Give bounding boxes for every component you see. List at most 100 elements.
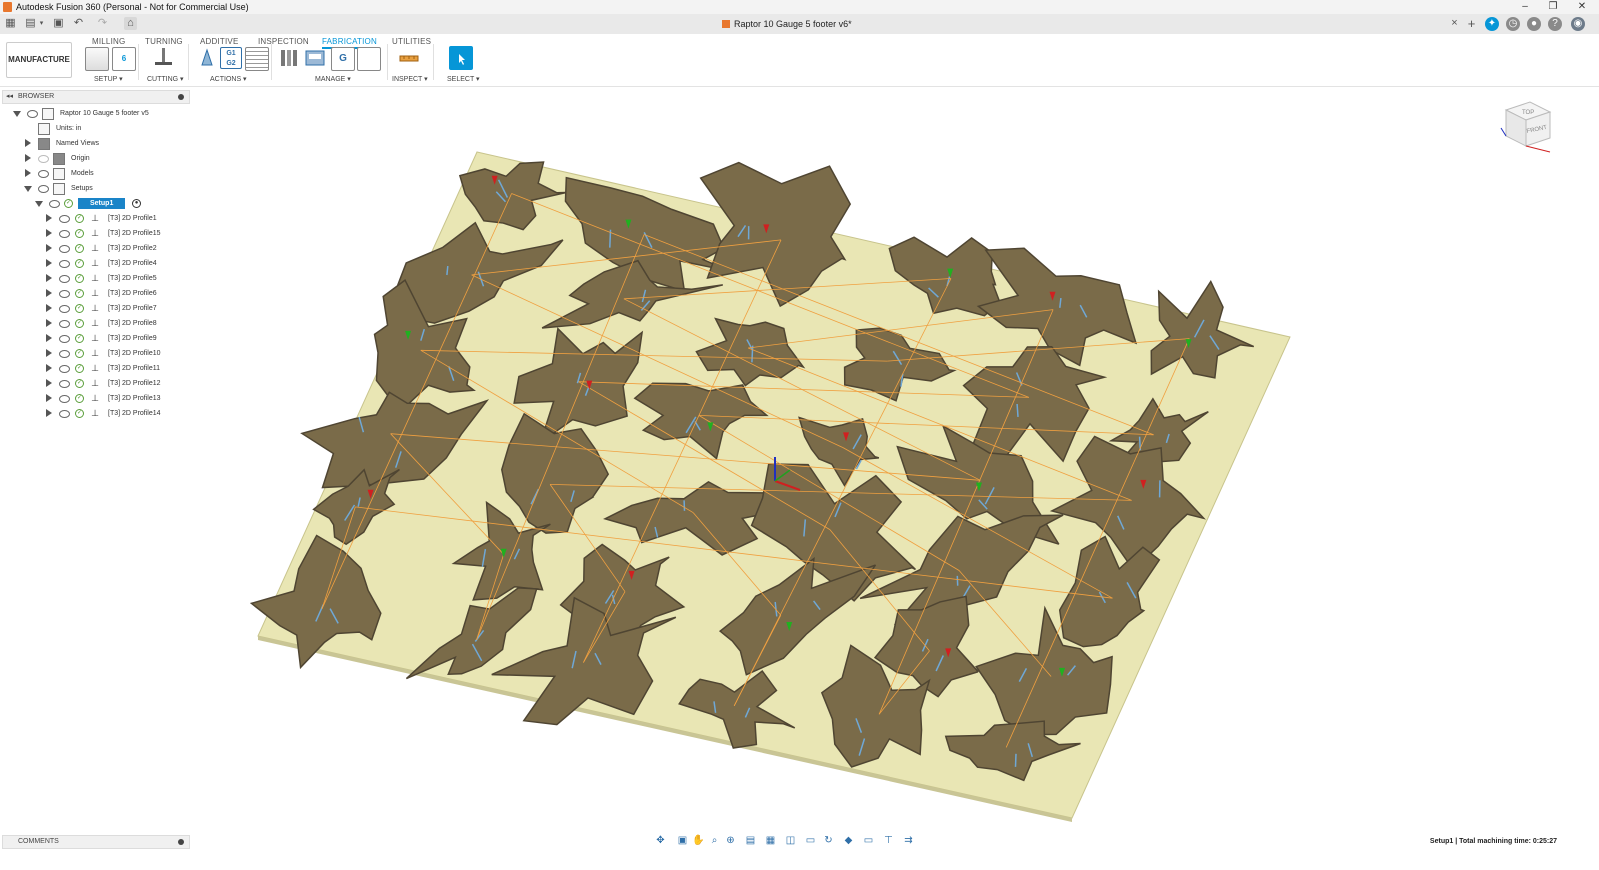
tab-utilities[interactable]: UTILITIES: [392, 37, 431, 46]
save-icon[interactable]: ▣: [52, 17, 65, 30]
close-window-button[interactable]: ✕: [1572, 0, 1592, 14]
visibility-eye-icon[interactable]: [38, 155, 49, 163]
minimize-button[interactable]: –: [1515, 0, 1535, 14]
tree-item-operation[interactable]: ✓ ⊥ [T3] 2D Profile11: [0, 361, 190, 376]
visibility-eye-icon[interactable]: [59, 215, 70, 223]
visibility-eye-icon[interactable]: [27, 110, 38, 118]
visibility-eye-icon[interactable]: [59, 395, 70, 403]
tree-item-operation[interactable]: ✓ ⊥ [T3] 2D Profile6: [0, 286, 190, 301]
zoom-window-icon[interactable]: ⊕: [724, 835, 737, 847]
actions-group-label[interactable]: ACTIONS ▾: [210, 75, 247, 83]
data-panel-grid-icon[interactable]: ▦: [4, 17, 17, 30]
expand-triangle-icon[interactable]: [25, 154, 31, 162]
setup-folder-icon[interactable]: [85, 47, 109, 71]
comments-panel[interactable]: COMMENTS: [2, 835, 190, 849]
expand-triangle-icon[interactable]: [46, 289, 52, 297]
tree-item-operation[interactable]: ✓ ⊥ [T3] 2D Profile14: [0, 406, 190, 421]
visibility-eye-icon[interactable]: [59, 275, 70, 283]
tree-item-models[interactable]: Models: [0, 166, 190, 181]
visibility-eye-icon[interactable]: [59, 305, 70, 313]
visibility-eye-icon[interactable]: [59, 350, 70, 358]
tab-close-icon[interactable]: ×: [1448, 17, 1461, 30]
visibility-eye-icon[interactable]: [59, 335, 70, 343]
visibility-eye-icon[interactable]: [59, 320, 70, 328]
grid-settings-icon[interactable]: ▦: [764, 835, 777, 847]
collapse-panel-icon[interactable]: ◂◂: [6, 91, 13, 103]
tree-item-operation[interactable]: ✓ ⊥ [T3] 2D Profile13: [0, 391, 190, 406]
tab-turning[interactable]: TURNING: [145, 37, 183, 46]
tree-item-operation[interactable]: ✓ ⊥ [T3] 2D Profile5: [0, 271, 190, 286]
expand-triangle-icon[interactable]: [46, 379, 52, 387]
visibility-eye-icon[interactable]: [38, 185, 49, 193]
camera-icon[interactable]: ▭: [804, 835, 817, 847]
visibility-eye-icon[interactable]: [59, 230, 70, 238]
help-icon[interactable]: ?: [1548, 17, 1562, 31]
tree-item-named-views[interactable]: Named Views: [0, 136, 190, 151]
pin-icon[interactable]: [178, 94, 184, 100]
expand-triangle-icon[interactable]: [46, 394, 52, 402]
template-library-icon[interactable]: [357, 47, 381, 71]
pan-icon[interactable]: ✋: [692, 835, 705, 847]
home-icon[interactable]: ⌂: [124, 17, 137, 30]
graphics-viewport[interactable]: [190, 88, 1599, 838]
undo-icon[interactable]: ↶: [72, 17, 85, 30]
select-group-label[interactable]: SELECT ▾: [447, 75, 480, 83]
collapse-triangle-icon[interactable]: [35, 201, 43, 207]
expand-triangle-icon[interactable]: [46, 409, 52, 417]
view-cube[interactable]: TOP FRONT: [1500, 100, 1552, 153]
activate-setup-icon[interactable]: ●: [132, 199, 141, 208]
visibility-eye-icon[interactable]: [59, 365, 70, 373]
setup-sheet-doc-icon[interactable]: [245, 47, 269, 71]
cutting-group-label[interactable]: CUTTING ▾: [147, 75, 184, 83]
environment-icon[interactable]: ▭: [862, 835, 875, 847]
notifications-icon[interactable]: ●: [1527, 17, 1541, 31]
tool-library-icon[interactable]: [278, 47, 300, 69]
effects-icon[interactable]: ⊤: [882, 835, 895, 847]
setup-group-label[interactable]: SETUP ▾: [94, 75, 123, 83]
visibility-eye-icon[interactable]: [59, 380, 70, 388]
post-library-icon[interactable]: G: [331, 47, 355, 71]
tab-additive[interactable]: ADDITIVE: [200, 37, 239, 46]
visibility-eye-icon[interactable]: [59, 245, 70, 253]
visibility-eye-icon[interactable]: [59, 290, 70, 298]
expand-triangle-icon[interactable]: [46, 274, 52, 282]
simulate-icon[interactable]: [196, 47, 218, 69]
machine-library-icon[interactable]: [304, 47, 326, 69]
tree-item-operation[interactable]: ✓ ⊥ [T3] 2D Profile8: [0, 316, 190, 331]
new-tab-icon[interactable]: +: [1465, 17, 1478, 30]
post-process-icon[interactable]: G1 G2: [220, 47, 242, 69]
expand-triangle-icon[interactable]: [46, 214, 52, 222]
display-settings-icon[interactable]: ▤: [744, 835, 757, 847]
restore-button[interactable]: ❐: [1543, 0, 1563, 14]
expand-triangle-icon[interactable]: [46, 334, 52, 342]
measure-icon[interactable]: [398, 47, 420, 69]
expand-triangle-icon[interactable]: [25, 169, 31, 177]
visual-style-icon[interactable]: ◆: [842, 835, 855, 847]
tree-item-setup1[interactable]: ✓ Setup1 ●: [0, 196, 190, 211]
tree-item-operation[interactable]: ✓ ⊥ [T3] 2D Profile10: [0, 346, 190, 361]
orbit-icon[interactable]: ✥: [654, 835, 667, 847]
tab-milling[interactable]: MILLING: [92, 37, 125, 46]
expand-triangle-icon[interactable]: [46, 304, 52, 312]
tree-item-setups[interactable]: Setups: [0, 181, 190, 196]
user-avatar[interactable]: ◉: [1571, 17, 1585, 31]
select-arrow-icon[interactable]: [449, 46, 473, 70]
simulation-display-icon[interactable]: ⇉: [902, 835, 915, 847]
visibility-eye-icon[interactable]: [38, 170, 49, 178]
tree-item-operation[interactable]: ✓ ⊥ [T3] 2D Profile15: [0, 226, 190, 241]
expand-triangle-icon[interactable]: [25, 139, 31, 147]
tree-item-units[interactable]: Units: in: [0, 121, 190, 136]
inspect-group-label[interactable]: INSPECT ▾: [392, 75, 428, 83]
tree-item-operation[interactable]: ✓ ⊥ [T3] 2D Profile4: [0, 256, 190, 271]
redo-icon[interactable]: ↷: [96, 17, 109, 30]
expand-triangle-icon[interactable]: [46, 349, 52, 357]
setup-sheet-icon[interactable]: 6: [112, 47, 136, 71]
tree-item-operation[interactable]: ✓ ⊥ [T3] 2D Profile2: [0, 241, 190, 256]
tree-item-origin[interactable]: Origin: [0, 151, 190, 166]
viewports-icon[interactable]: ◫: [784, 835, 797, 847]
job-status-icon[interactable]: ◷: [1506, 17, 1520, 31]
document-tab[interactable]: Raptor 10 Gauge 5 footer v6*: [722, 14, 852, 34]
look-at-icon[interactable]: ▣: [676, 835, 689, 847]
workspace-switcher[interactable]: MANUFACTURE ▾: [6, 42, 72, 98]
refresh-icon[interactable]: ↻: [822, 835, 835, 847]
